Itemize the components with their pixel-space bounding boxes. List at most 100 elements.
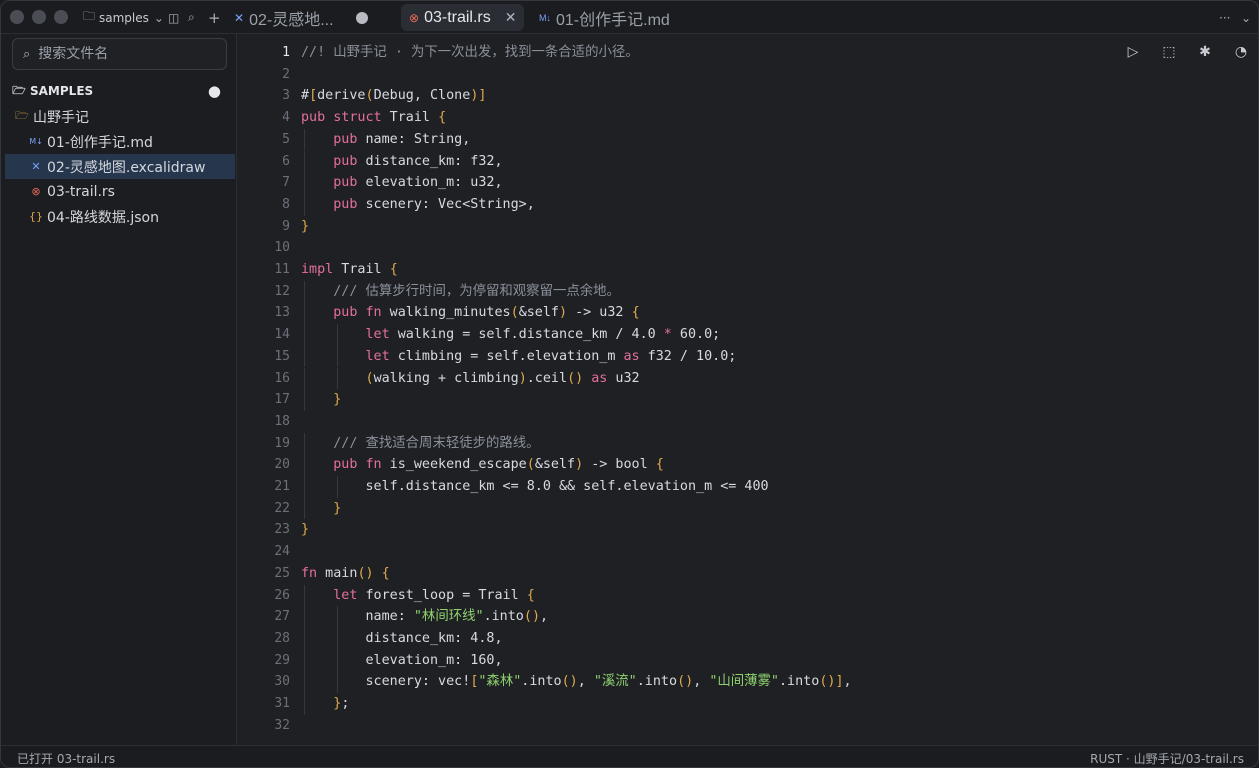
code-line[interactable]: /// 估算步行时间，为停留和观察留一点余地。: [301, 281, 620, 303]
line-number: 7: [282, 175, 290, 191]
workspace-switcher[interactable]: 🗀 samples ⌄: [83, 1, 164, 34]
line-number: 10: [274, 240, 290, 256]
excalidraw-icon: ✕: [234, 10, 245, 25]
line-number: 6: [282, 153, 290, 169]
line-number: 30: [274, 674, 290, 690]
line-number: 13: [274, 305, 290, 321]
line-number: 4: [282, 110, 290, 126]
code-line[interactable]: self.distance_km <= 8.0 && self.elevatio…: [301, 476, 768, 498]
search-input[interactable]: [38, 46, 209, 62]
file-item[interactable]: ⊗ 03-trail.rs: [5, 179, 235, 204]
code-line[interactable]: pub elevation_m: u32,: [301, 172, 502, 194]
search-icon: ⌕: [188, 10, 195, 24]
code-line[interactable]: #[derive(Debug, Clone)]: [301, 85, 486, 107]
tab-excalidraw[interactable]: ✕ 02-灵感地...: [226, 4, 376, 31]
line-number: 24: [274, 544, 290, 560]
tab-label: 03-trail.rs: [424, 8, 491, 26]
code-line[interactable]: scenery: vec!["森林".into(), "溪流".into(), …: [301, 671, 851, 693]
more-actions-button[interactable]: ···: [1219, 1, 1230, 34]
format-button[interactable]: ✱: [1194, 44, 1216, 60]
file-item[interactable]: {} 04-路线数据.json: [5, 204, 235, 229]
app-window: 🗀 samples ⌄ ◫ ⌕ + ✕ 02-灵感地... ⊗ 03-trail…: [0, 0, 1259, 768]
rust-icon: ⊗: [409, 10, 420, 25]
select-tool-button[interactable]: ⬚: [1158, 44, 1180, 60]
status-right: RUST · 山野手记/03-trail.rs: [1090, 752, 1244, 766]
line-number: 27: [274, 609, 290, 625]
status-left: 已打开 03-trail.rs: [17, 752, 116, 766]
code-line[interactable]: pub scenery: Vec<String>,: [301, 194, 535, 216]
code-line[interactable]: }: [301, 498, 341, 520]
file-label: 01-创作手记.md: [47, 134, 153, 151]
line-number: 20: [274, 457, 290, 473]
tab-label: 02-灵感地...: [249, 11, 334, 29]
code-line[interactable]: name: "林间环线".into(),: [301, 606, 548, 628]
close-window-button[interactable]: [10, 10, 24, 24]
code-line[interactable]: let climbing = self.elevation_m as f32 /…: [301, 346, 737, 368]
toggle-sidebar-button[interactable]: ◫: [168, 1, 179, 34]
chevron-down-icon: ⌄: [153, 10, 164, 25]
code-line[interactable]: //! 山野手记 · 为下一次出发，找到一条合适的小径。: [301, 42, 639, 64]
line-number: 19: [274, 435, 290, 451]
search-icon: ⌕: [23, 46, 31, 62]
more-icon: ···: [1219, 10, 1231, 25]
minimize-window-button[interactable]: [32, 10, 46, 24]
code-line[interactable]: pub fn walking_minutes(&self) -> u32 {: [301, 302, 639, 324]
code-line[interactable]: }: [301, 519, 309, 541]
file-item[interactable]: M↓ 01-创作手记.md: [5, 129, 235, 154]
code-line[interactable]: }: [301, 389, 341, 411]
code-line[interactable]: pub struct Trail {: [301, 107, 446, 129]
line-number: 12: [274, 283, 290, 299]
code-line[interactable]: elevation_m: 160,: [301, 650, 502, 672]
code-line[interactable]: distance_km: 4.8,: [301, 628, 502, 650]
line-number: 18: [274, 413, 290, 429]
run-button[interactable]: ▷: [1122, 44, 1144, 60]
code-line[interactable]: };: [301, 693, 349, 715]
line-number: 17: [274, 392, 290, 408]
editor-toolbar: ▷ ⬚ ✱ ◔: [1122, 44, 1252, 60]
file-label: 02-灵感地图.excalidraw: [47, 159, 206, 176]
title-bar: 🗀 samples ⌄ ◫ ⌕ + ✕ 02-灵感地... ⊗ 03-trail…: [1, 1, 1258, 34]
file-item-selected[interactable]: ✕ 02-灵感地图.excalidraw: [5, 154, 235, 179]
code-line[interactable]: let forest_loop = Trail {: [301, 585, 535, 607]
sidebar-icon: ◫: [168, 10, 180, 25]
line-number: 11: [274, 262, 290, 277]
play-icon: ▷: [1127, 44, 1139, 60]
code-line[interactable]: impl Trail {: [301, 259, 398, 281]
search-button[interactable]: ⌕: [188, 1, 195, 34]
file-label: 04-路线数据.json: [47, 209, 159, 226]
new-file-button[interactable]: +: [208, 1, 221, 34]
zoom-window-button[interactable]: [54, 10, 68, 24]
line-number: 23: [274, 522, 290, 538]
line-number: 1: [282, 45, 290, 60]
line-number: 22: [274, 500, 290, 516]
tab-markdown[interactable]: M↓ 01-创作手记.md: [531, 4, 678, 31]
tabs-dropdown-button[interactable]: ⌄: [1241, 1, 1251, 34]
folder-item[interactable]: 🗁 山野手记: [5, 104, 235, 129]
code-editor[interactable]: 1 2 3 4 5 6 7 8 9 10 11 12 13 14 15 16 17 18 19 20 21 22 23 24 2…: [238, 34, 1258, 745]
code-line[interactable]: pub distance_km: f32,: [301, 151, 502, 173]
folder-icon: 🗀: [83, 9, 96, 23]
code-line[interactable]: (walking + climbing).ceil() as u32: [301, 368, 640, 390]
line-number: 28: [274, 630, 290, 646]
status-bar: 已打开 03-trail.rs RUST · 山野手记/03-trail.rs: [1, 745, 1258, 767]
code-line[interactable]: /// 查找适合周末轻徒步的路线。: [301, 433, 539, 455]
workspace-section-header[interactable]: 🗁 SAMPLES ●: [12, 81, 227, 101]
file-search[interactable]: ⌕: [12, 38, 227, 70]
code-line[interactable]: let walking = self.distance_km / 4.0 * 6…: [301, 324, 721, 346]
code-line[interactable]: }: [301, 216, 309, 238]
line-number: 14: [274, 327, 290, 343]
excalidraw-icon: ✕: [31, 160, 41, 173]
theme-button[interactable]: ◔: [1230, 44, 1252, 60]
line-number: 32: [274, 717, 290, 733]
code-line[interactable]: pub fn is_weekend_escape(&self) -> bool …: [301, 454, 664, 476]
line-number: 21: [274, 479, 290, 494]
code-line[interactable]: fn main() {: [301, 563, 390, 585]
markdown-icon: M↓: [539, 12, 551, 23]
tab-trail-rs[interactable]: ⊗ 03-trail.rs ✕: [401, 4, 525, 31]
workspace-name: samples: [99, 10, 149, 25]
code-line[interactable]: pub name: String,: [301, 129, 470, 151]
unsaved-dot-icon[interactable]: [355, 11, 368, 24]
json-icon: {}: [29, 210, 43, 223]
close-tab-icon[interactable]: ✕: [505, 9, 517, 26]
github-icon[interactable]: ●: [208, 82, 221, 100]
